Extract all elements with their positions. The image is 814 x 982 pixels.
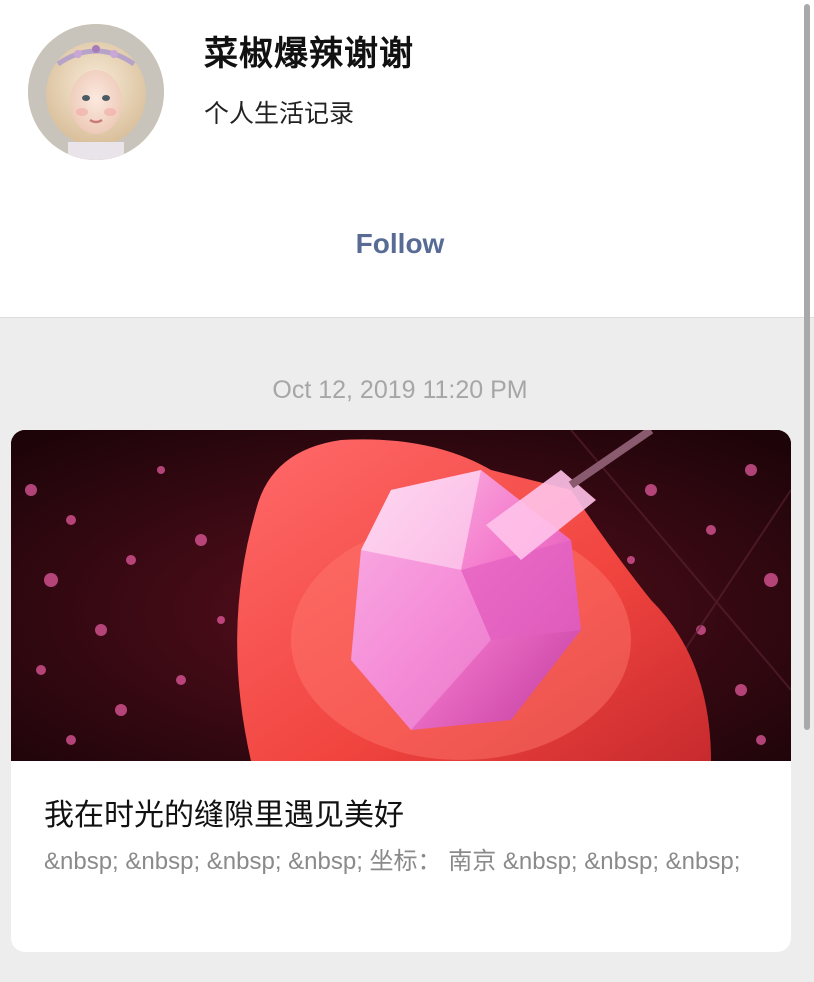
scrollbar[interactable]	[804, 4, 810, 730]
article-cover-image	[11, 430, 791, 761]
perfume-bottle-image	[11, 430, 791, 761]
account-description: 个人生活记录	[204, 99, 355, 128]
avatar[interactable]	[28, 24, 164, 160]
official-account-page: 菜椒爆辣谢谢 个人生活记录 Follow Oct 12, 2019 11:20 …	[0, 0, 814, 982]
article-card[interactable]: 我在时光的缝隙里遇见美好 &nbsp; &nbsp; &nbsp; &nbsp;…	[11, 430, 791, 952]
article-digest: &nbsp; &nbsp; &nbsp; &nbsp; 坐标： 南京 &nbsp…	[44, 848, 741, 875]
account-profile-header: 菜椒爆辣谢谢 个人生活记录 Follow	[0, 0, 814, 318]
follow-button[interactable]: Follow	[320, 222, 480, 266]
avatar-portrait	[28, 24, 164, 160]
message-timestamp: Oct 12, 2019 11:20 PM	[272, 376, 528, 404]
account-name: 菜椒爆辣谢谢	[204, 34, 414, 74]
article-title: 我在时光的缝隙里遇见美好	[44, 798, 404, 833]
